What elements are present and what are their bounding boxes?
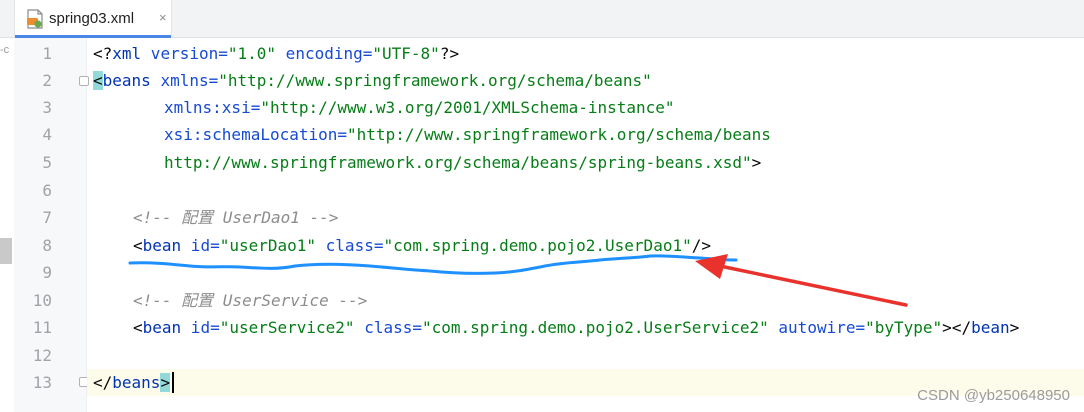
code-token: <? xyxy=(93,44,113,63)
code-line-7[interactable]: <!-- 配置 UserDao1 --> xyxy=(133,204,338,231)
code-token: http://www.springframework.org/schema/be… xyxy=(164,153,752,172)
watermark: CSDN @yb250648950 xyxy=(917,387,1070,404)
line-number: 6 xyxy=(42,181,52,200)
editor-tab-bar: spring03.xml × xyxy=(0,0,1084,38)
code-token: xmlns= xyxy=(150,71,219,90)
annotation-arrow xyxy=(718,264,908,307)
code-line-4[interactable]: xsi:schemaLocation="http://www.springfra… xyxy=(164,121,771,148)
code-token: id= xyxy=(181,236,220,255)
code-token: beans xyxy=(102,71,151,90)
code-token: bean xyxy=(971,318,1010,337)
code-token: "userDao1" xyxy=(219,236,317,255)
tab-label: spring03.xml xyxy=(49,10,135,27)
line-number: 2 xyxy=(42,71,52,90)
code-token: > xyxy=(160,373,171,392)
line-number: 13 xyxy=(32,373,52,392)
line-number: 8 xyxy=(42,236,52,255)
code-token: version= xyxy=(141,44,228,63)
code-token: "userService2" xyxy=(219,318,355,337)
code-line-1[interactable]: <?xml version="1.0" encoding="UTF-8"?> xyxy=(93,40,459,67)
code-comment: <!-- 配置 UserDao1 --> xyxy=(133,208,339,227)
line-number: 3 xyxy=(42,98,52,117)
code-token: > xyxy=(1009,318,1020,337)
code-token: "com.spring.demo.pojo2.UserService2" xyxy=(422,318,769,337)
text-cursor xyxy=(172,372,174,393)
code-line-2[interactable]: <beans xmlns="http://www.springframework… xyxy=(93,67,652,94)
line-number: 4 xyxy=(42,125,52,144)
code-token: xmlns:xsi= xyxy=(164,98,261,117)
line-number: 12 xyxy=(32,346,52,365)
code-token: "http://www.springframework.org/schema/b… xyxy=(218,71,652,90)
code-line-13[interactable]: </beans> xyxy=(93,369,171,396)
code-line-11[interactable]: <bean id="userService2" class="com.sprin… xyxy=(133,314,1019,341)
code-line-5[interactable]: http://www.springframework.org/schema/be… xyxy=(164,149,761,176)
code-token: bean xyxy=(142,236,182,255)
code-line-10[interactable]: <!-- 配置 UserService --> xyxy=(133,287,367,314)
code-token: </ xyxy=(951,318,972,337)
code-token: ?> xyxy=(439,44,460,63)
code-token: "UTF-8" xyxy=(372,44,440,63)
left-edge-fragment: -c xyxy=(0,44,10,56)
code-token: < xyxy=(93,71,103,90)
code-line-3[interactable]: xmlns:xsi="http://www.w3.org/2001/XMLSch… xyxy=(164,94,675,121)
code-token: beans xyxy=(112,373,161,392)
code-token: xsi:schemaLocation= xyxy=(164,125,348,144)
code-token: class= xyxy=(354,318,422,337)
code-token: "com.spring.demo.pojo2.UserDao1" xyxy=(383,236,692,255)
code-token: "http://www.springframework.org/schema/b… xyxy=(347,125,771,144)
code-token: "1.0" xyxy=(227,44,277,63)
xml-file-icon xyxy=(27,9,43,29)
code-token: encoding= xyxy=(276,44,373,63)
code-token: /> xyxy=(691,236,711,255)
line-number: 7 xyxy=(42,208,52,227)
left-edge-strip xyxy=(0,238,12,264)
code-token: autowire= xyxy=(768,318,866,337)
line-number: 10 xyxy=(32,291,52,310)
code-token: "http://www.w3.org/2001/XMLSchema-instan… xyxy=(260,98,675,117)
tab-spring03-xml[interactable]: spring03.xml × xyxy=(14,0,172,38)
code-token: id= xyxy=(181,318,220,337)
code-token: > xyxy=(942,318,952,337)
close-icon[interactable]: × xyxy=(159,10,167,25)
code-token: > xyxy=(751,153,762,172)
code-token: class= xyxy=(316,236,384,255)
line-number: 1 xyxy=(42,44,52,63)
code-line-8[interactable]: <bean id="userDao1" class="com.spring.de… xyxy=(133,232,711,259)
code-token: xml xyxy=(112,44,142,63)
line-number: 5 xyxy=(42,153,52,172)
code-token: < xyxy=(133,318,143,337)
code-token: </ xyxy=(93,373,113,392)
code-token: bean xyxy=(142,318,182,337)
fold-marker-icon[interactable] xyxy=(79,76,89,86)
line-number: 11 xyxy=(32,318,52,337)
code-comment: <!-- 配置 UserService --> xyxy=(133,291,368,310)
code-token: "byType" xyxy=(865,318,943,337)
code-token: < xyxy=(133,236,143,255)
line-number: 9 xyxy=(42,263,52,282)
